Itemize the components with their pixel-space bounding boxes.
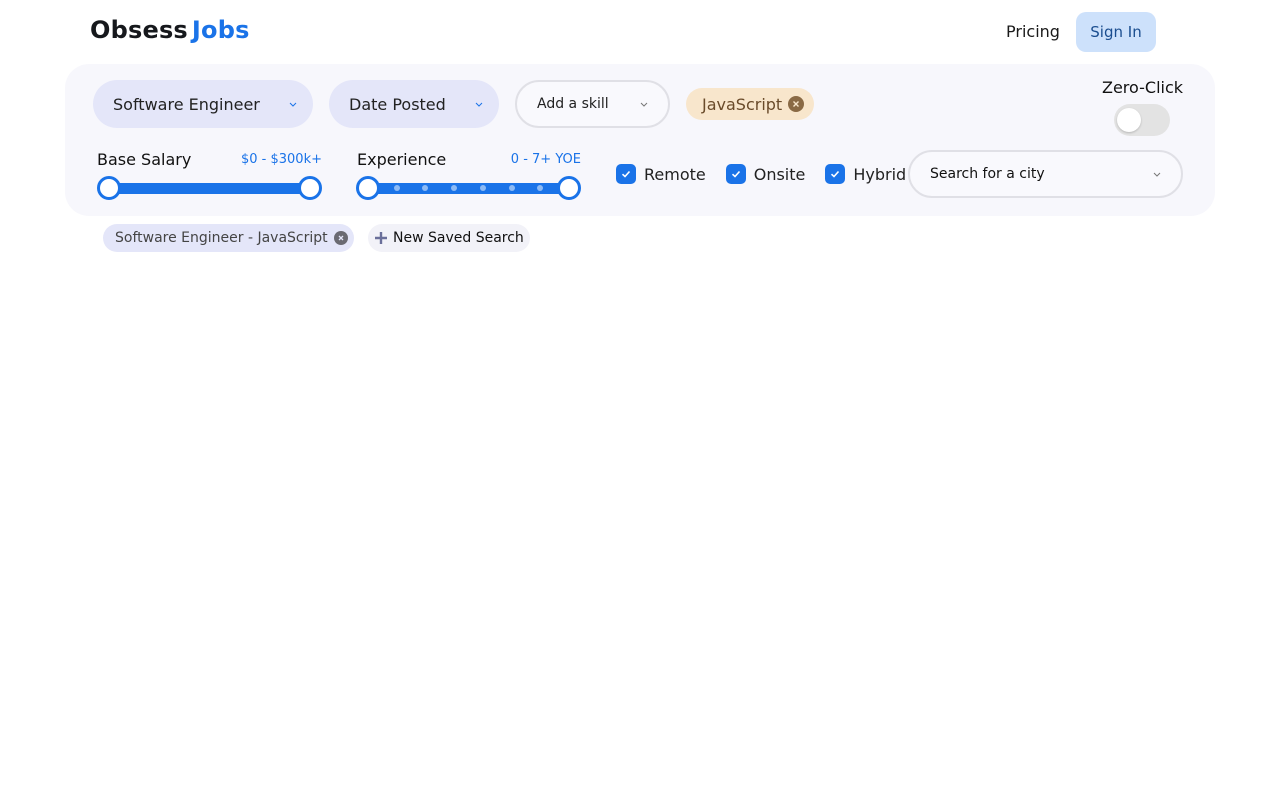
new-saved-search-label: New Saved Search	[393, 230, 524, 246]
pricing-link[interactable]: Pricing	[1006, 22, 1060, 41]
saved-search-label: Software Engineer - JavaScript	[115, 230, 328, 246]
close-circle-icon[interactable]	[333, 231, 348, 245]
slider-step-dot	[479, 185, 486, 191]
slider-max-handle[interactable]	[557, 176, 581, 200]
role-select[interactable]: Software Engineer	[93, 80, 313, 128]
close-circle-icon[interactable]	[788, 96, 805, 112]
plus-icon	[375, 232, 387, 244]
role-select-value: Software Engineer	[113, 94, 260, 114]
checkbox-checked-icon	[825, 164, 846, 184]
chevron-down-icon	[640, 102, 648, 107]
add-skill-select[interactable]: Add a skill	[515, 80, 670, 128]
base-salary-label: Base Salary	[97, 150, 192, 169]
chevron-down-icon	[1153, 172, 1161, 177]
checkbox-checked-icon	[616, 164, 636, 184]
new-saved-search-button[interactable]: New Saved Search	[368, 224, 530, 252]
toggle-knob	[1117, 108, 1141, 132]
experience-slider[interactable]	[356, 176, 581, 200]
logo[interactable]: Obsess Jobs	[90, 16, 250, 44]
city-search-select[interactable]: Search for a city	[908, 150, 1183, 198]
onsite-checkbox[interactable]: Onsite	[725, 164, 806, 184]
slider-step-dot	[508, 185, 515, 191]
logo-text-jobs: Jobs	[191, 16, 250, 44]
chevron-down-icon	[289, 102, 297, 107]
remote-checkbox[interactable]: Remote	[616, 164, 706, 184]
slider-min-handle[interactable]	[97, 176, 121, 200]
city-search-placeholder: Search for a city	[930, 166, 1045, 182]
skill-chip-label: JavaScript	[702, 94, 783, 114]
hybrid-checkbox[interactable]: Hybrid	[825, 164, 906, 184]
top-nav: Obsess Jobs Pricing Sign In	[0, 0, 1280, 64]
slider-step-dot	[393, 185, 400, 191]
date-posted-value: Date Posted	[349, 94, 446, 114]
date-posted-select[interactable]: Date Posted	[329, 80, 499, 128]
saved-search-chip[interactable]: Software Engineer - JavaScript	[103, 224, 354, 252]
work-type-checkboxes: Remote Onsite Hybrid	[616, 163, 926, 185]
remote-label: Remote	[644, 164, 706, 184]
chevron-down-icon	[475, 102, 483, 107]
zero-click-label: Zero-Click	[1102, 78, 1184, 97]
base-salary-range-text: $0 - $300k+	[240, 152, 322, 167]
hybrid-label: Hybrid	[853, 164, 907, 184]
experience-label: Experience	[357, 150, 447, 169]
zero-click-toggle[interactable]	[1114, 104, 1170, 136]
experience-range-text: 0 - 7+ YOE	[510, 152, 581, 167]
add-skill-placeholder: Add a skill	[537, 96, 609, 112]
slider-min-handle[interactable]	[356, 176, 380, 200]
onsite-label: Onsite	[753, 164, 806, 184]
checkbox-checked-icon	[725, 164, 746, 184]
skill-chip: JavaScript	[686, 88, 815, 120]
logo-text-obsess: Obsess	[90, 16, 188, 44]
sign-in-button[interactable]: Sign In	[1076, 12, 1156, 52]
slider-track	[109, 183, 310, 194]
slider-max-handle[interactable]	[298, 176, 322, 200]
base-salary-slider[interactable]	[97, 176, 322, 200]
